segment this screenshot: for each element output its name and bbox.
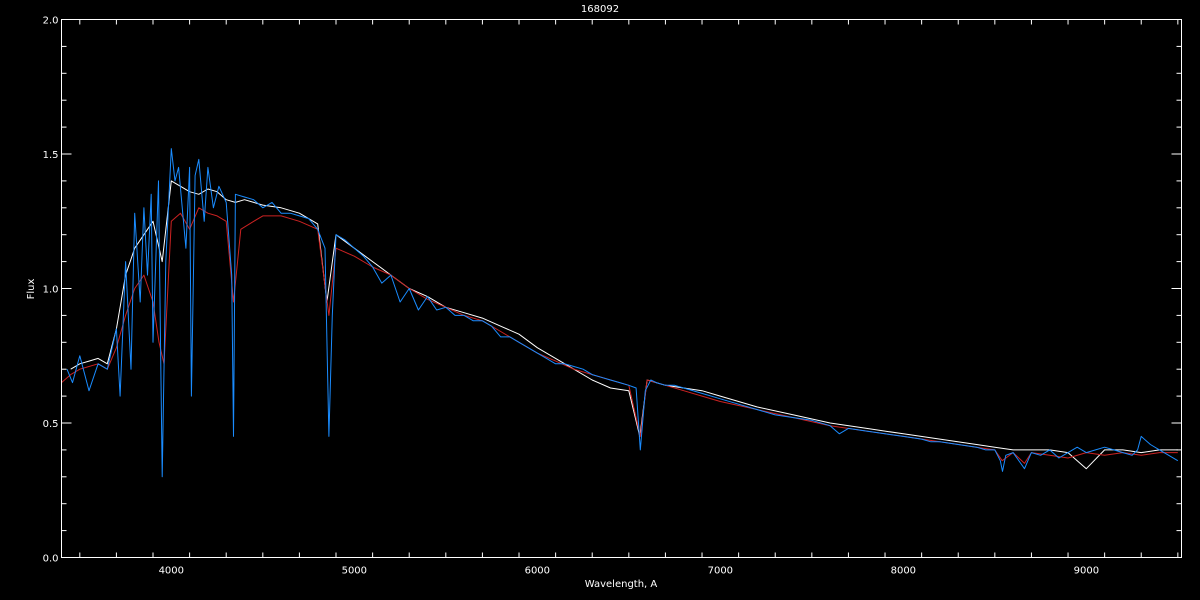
x-tick-label: 5000 [342, 566, 367, 577]
y-axis-label: Flux [26, 279, 37, 300]
y-tick-label: 1.5 [43, 150, 59, 161]
y-tick-label: 1.0 [43, 285, 59, 296]
chart-background [0, 0, 1200, 600]
chart-title: 168092 [581, 4, 619, 15]
x-tick-label: 8000 [891, 566, 916, 577]
x-tick-label: 4000 [159, 566, 184, 577]
spectrum-chart: 168092 4000 5000 6000 7000 8000 9000 0.0 0.5 1.… [0, 0, 1200, 600]
y-tick-label: 0.5 [43, 419, 59, 430]
y-tick-label: 2.0 [43, 16, 59, 27]
x-axis-label: Wavelength, A [585, 579, 658, 590]
x-tick-label: 6000 [525, 566, 550, 577]
y-tick-label: 0.0 [43, 554, 59, 565]
x-tick-label: 7000 [708, 566, 733, 577]
x-tick-label: 9000 [1074, 566, 1099, 577]
